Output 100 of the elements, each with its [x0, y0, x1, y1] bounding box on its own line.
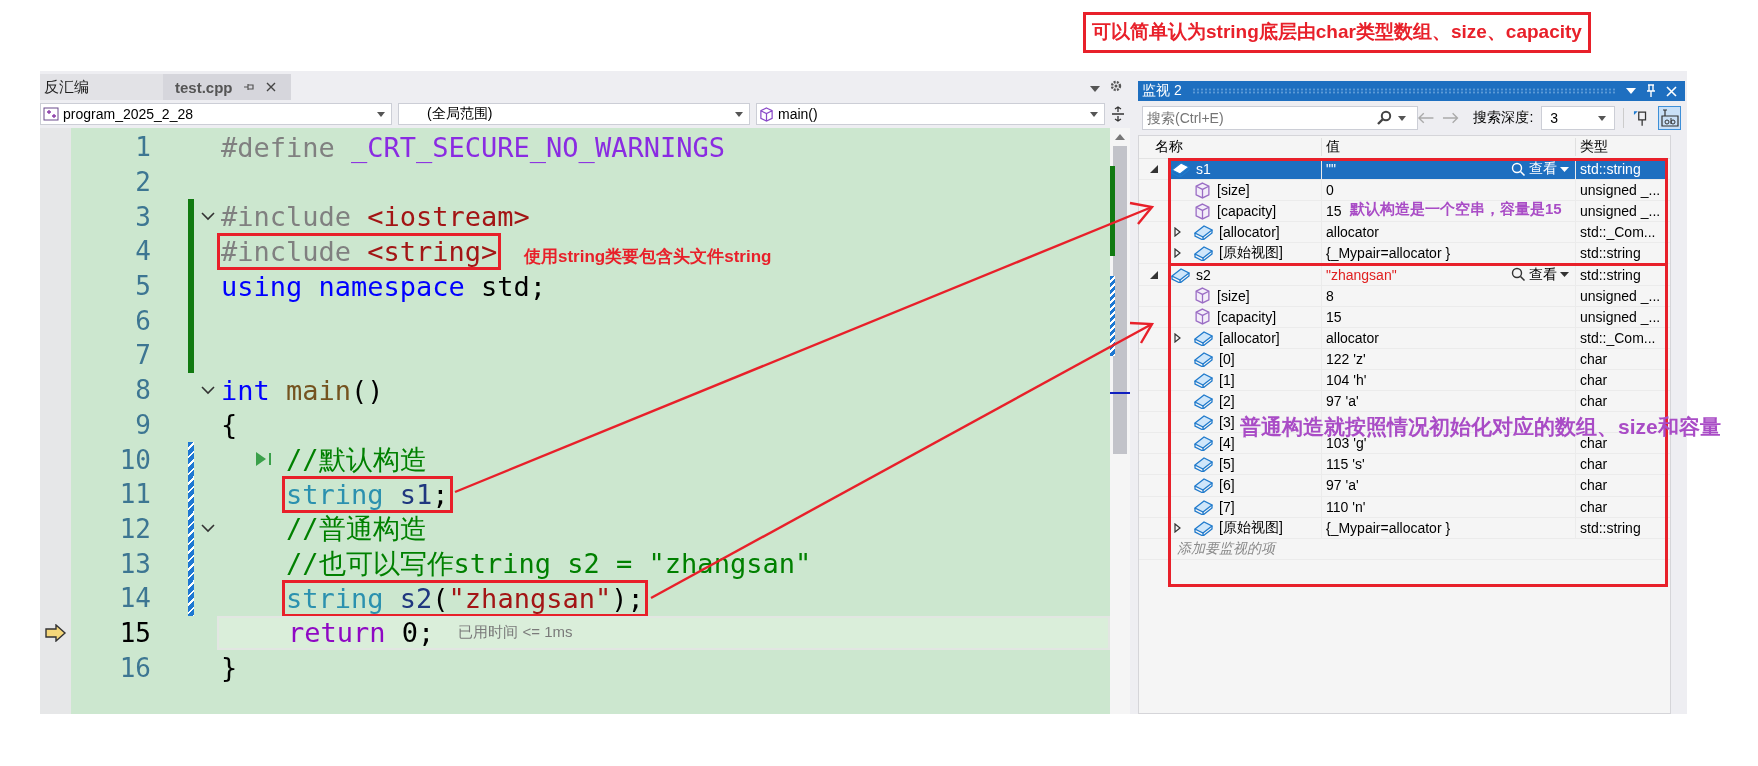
line-number: 16	[118, 652, 151, 683]
line-number: 8	[134, 375, 151, 406]
watch-value: 110 'n'	[1326, 498, 1366, 515]
cube-icon	[759, 106, 774, 122]
scroll-up-icon[interactable]	[1115, 134, 1125, 140]
watch-type: std::_Com...	[1580, 224, 1656, 241]
expander-icon[interactable]	[1150, 165, 1158, 174]
dropdown-caret-icon[interactable]	[1626, 88, 1636, 94]
project-dropdown[interactable]: program_2025_2_28	[40, 103, 392, 125]
line-number: 11	[118, 479, 151, 510]
member-dropdown[interactable]: main()	[756, 103, 1105, 125]
watch-name: s2	[1196, 266, 1211, 283]
code-line: //默认构造	[285, 442, 428, 477]
watch-name: [4]	[1219, 435, 1235, 452]
watch-name: [6]	[1219, 477, 1235, 494]
watch-value: 97 'a'	[1326, 393, 1359, 410]
caret-icon	[1598, 115, 1607, 121]
object-block-icon	[1194, 393, 1213, 410]
expander-icon[interactable]	[1173, 248, 1181, 259]
visualizer-button[interactable]: 查看	[1511, 265, 1575, 284]
search-field[interactable]: 搜索(Ctrl+E)	[1142, 106, 1418, 130]
scope-dropdown[interactable]: (全局范围)	[398, 103, 750, 125]
watch-value: 115 's'	[1326, 456, 1365, 473]
close-icon[interactable]	[264, 81, 277, 93]
watch-value: 8	[1326, 287, 1334, 304]
line-number: 2	[134, 167, 151, 198]
field-cube-icon	[1194, 308, 1211, 326]
watch-name: [size]	[1217, 287, 1250, 304]
caret-icon	[735, 111, 743, 117]
watch-type: std::string	[1580, 161, 1641, 178]
line-number: 6	[134, 305, 151, 336]
watch-type: char	[1580, 498, 1608, 515]
watch-value: 15	[1326, 308, 1342, 325]
watch-name: [3]	[1219, 414, 1235, 431]
watch-name: [0]	[1219, 350, 1235, 367]
code-line: {	[220, 408, 239, 443]
expander-icon[interactable]	[1173, 227, 1181, 238]
file-tab[interactable]: 反汇编	[40, 74, 163, 100]
fold-chevron-icon[interactable]	[200, 212, 215, 222]
watch-value: 97 'a'	[1326, 477, 1359, 494]
search-depth-label: 搜索深度:	[1473, 109, 1534, 127]
watch-type: unsigned _...	[1580, 308, 1661, 325]
watch-value: 104 'h'	[1326, 372, 1367, 388]
file-tab[interactable]: test.cpp	[163, 74, 291, 100]
watch-name: [7]	[1219, 498, 1235, 515]
line-number: 4	[134, 236, 151, 267]
annotation-note: 可以简单认为string底层由char类型数组、size、capacity	[1083, 12, 1591, 53]
caret-icon	[377, 111, 385, 117]
scrollbar[interactable]	[1110, 128, 1130, 714]
fold-chevron-icon[interactable]	[200, 524, 215, 534]
watch-value: "zhangsan"	[1326, 266, 1397, 283]
magnifier-icon	[1511, 267, 1526, 282]
visualizer-button[interactable]: 查看	[1511, 160, 1575, 179]
fold-chevron-icon[interactable]	[200, 385, 215, 395]
watch-name: [1]	[1219, 372, 1235, 388]
column-header[interactable]: 名称	[1139, 138, 1321, 156]
line-number: 15	[118, 617, 151, 648]
column-header[interactable]: 类型	[1575, 138, 1668, 156]
object-block-icon	[1194, 456, 1213, 473]
watch-value: 122 'z'	[1326, 350, 1366, 367]
pin-icon[interactable]	[1646, 84, 1656, 98]
caret-icon	[1560, 272, 1569, 277]
watch-name: [size]	[1217, 182, 1250, 199]
annotation-note: 使用string类要包含头文件string	[524, 247, 772, 268]
code-line: int main()	[220, 373, 385, 408]
column-header[interactable]: 值	[1321, 138, 1575, 156]
object-block-icon	[1194, 224, 1213, 241]
settings-icon[interactable]	[1110, 80, 1122, 92]
hex-toggle-button[interactable]	[1657, 106, 1681, 130]
watch-type: char	[1580, 350, 1608, 367]
watch-value: allocator	[1326, 329, 1379, 346]
line-number: 1	[134, 132, 151, 163]
object-block-icon	[1194, 414, 1213, 431]
field-cube-icon	[1194, 202, 1211, 220]
watch-name: [原始视图]	[1219, 518, 1283, 537]
line-number: 13	[118, 548, 151, 579]
text-format-icon	[1659, 108, 1680, 128]
object-block-icon	[1194, 519, 1213, 536]
expander-icon[interactable]	[1173, 522, 1181, 533]
watch-type: std::string	[1580, 245, 1641, 262]
object-block-icon	[1194, 435, 1213, 452]
watch-type: unsigned _...	[1580, 287, 1661, 304]
watch-name: [5]	[1219, 456, 1235, 473]
search-depth-dropdown[interactable]: 3	[1541, 106, 1616, 130]
expander-icon[interactable]	[1173, 332, 1181, 343]
dropdown-caret-icon[interactable]	[1090, 86, 1100, 92]
watch-name: [allocator]	[1219, 329, 1280, 346]
object-block-icon	[1194, 498, 1213, 515]
line-number: 12	[118, 513, 151, 544]
run-to-click-icon[interactable]	[255, 451, 273, 468]
watch-name: [2]	[1219, 393, 1235, 410]
watch-value: ""	[1326, 161, 1336, 178]
magnifier-icon	[1511, 161, 1526, 177]
line-number: 10	[118, 444, 151, 475]
watch-type: unsigned _...	[1580, 182, 1661, 199]
split-icon[interactable]	[1111, 106, 1125, 122]
panel-title: 监视 2	[1142, 82, 1182, 100]
watch-type: char	[1580, 456, 1608, 473]
object-block-icon	[1171, 266, 1190, 283]
expander-icon[interactable]	[1150, 270, 1158, 279]
